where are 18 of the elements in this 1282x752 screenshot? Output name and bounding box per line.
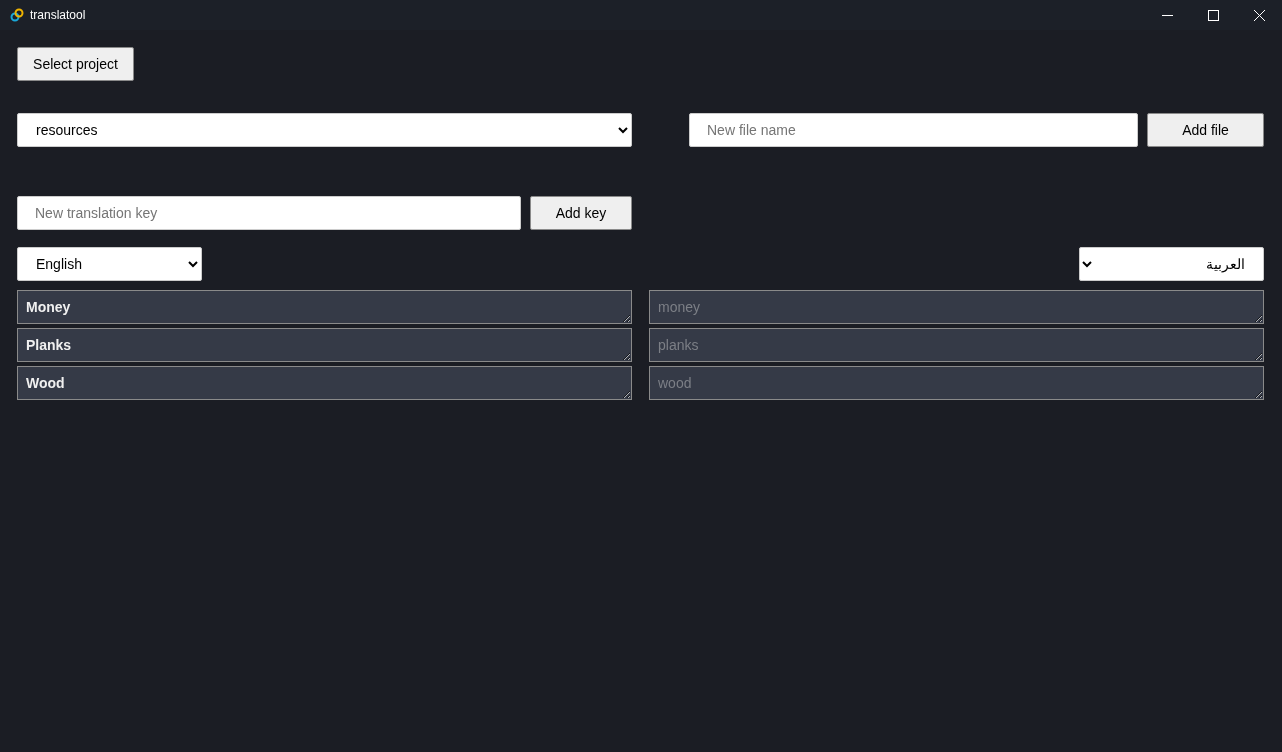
source-text-field[interactable]: Money <box>17 290 632 324</box>
source-text-field[interactable]: Wood <box>17 366 632 400</box>
add-file-button[interactable]: Add file <box>1147 113 1264 147</box>
new-file-name-field[interactable]: New file name <box>689 113 1138 147</box>
select-project-button[interactable]: Select project <box>17 47 134 81</box>
new-translation-key-field[interactable]: New translation key <box>17 196 521 230</box>
logo-icon <box>10 8 24 22</box>
add-key-button[interactable]: Add key <box>530 196 632 230</box>
source-language-select[interactable]: English <box>17 247 202 281</box>
maximize-icon[interactable] <box>1207 9 1219 21</box>
translation-field[interactable]: wood <box>649 366 1264 400</box>
source-text-field[interactable]: Planks <box>17 328 632 362</box>
window-title: translatool <box>30 8 87 22</box>
file-select[interactable]: resources <box>17 113 632 147</box>
translation-field[interactable]: planks <box>649 328 1264 362</box>
target-language-select[interactable]: العربية <box>1079 247 1264 281</box>
close-icon[interactable] <box>1253 9 1265 21</box>
translation-field[interactable]: money <box>649 290 1264 324</box>
